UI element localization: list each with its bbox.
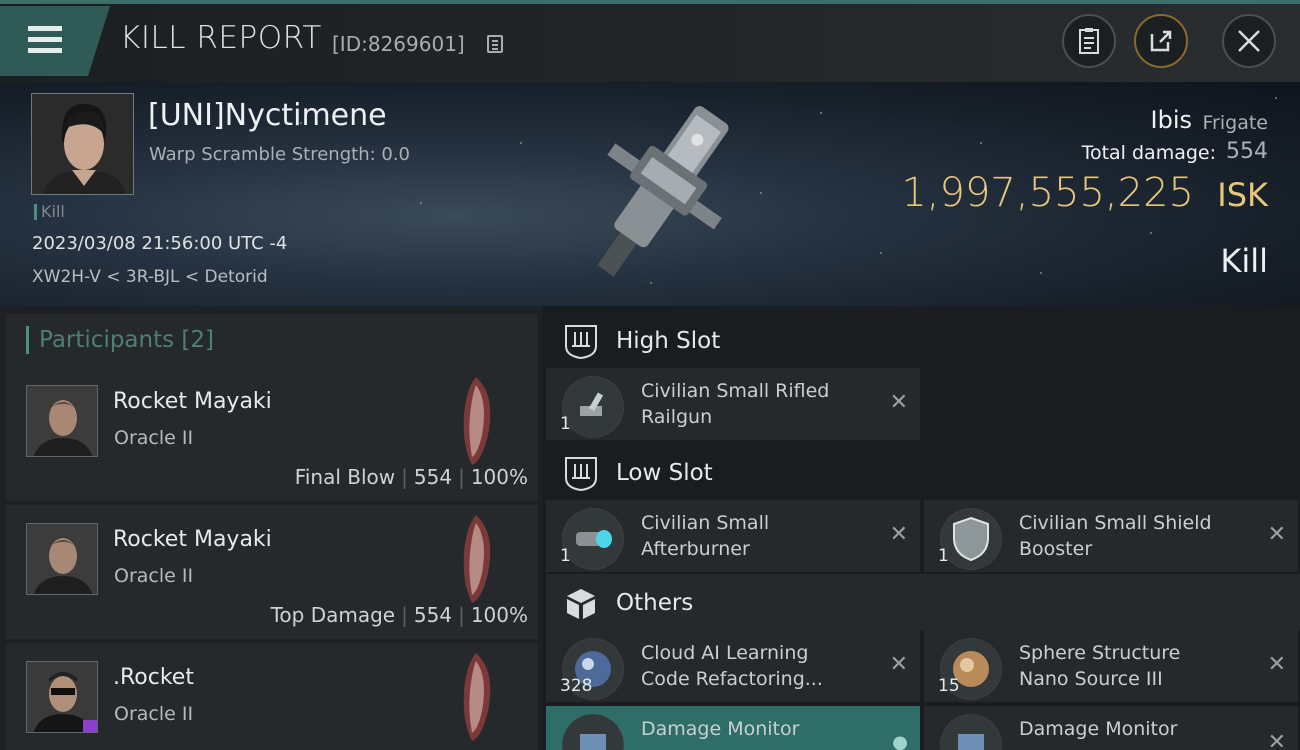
ship-icon (463, 515, 491, 603)
participant-ship: Oracle II (114, 703, 194, 725)
participant-role: Top Damage (270, 603, 396, 627)
title-bar-accent (0, 0, 1300, 4)
close-icon (1238, 30, 1260, 52)
destroyed-x-icon: ✕ (889, 522, 908, 547)
total-damage-label: Total damage: (1081, 142, 1216, 164)
menu-button[interactable] (0, 6, 110, 76)
close-button[interactable] (1222, 14, 1276, 68)
module-name: Civilian Small Afterburner (641, 512, 770, 560)
participant-percent: 100% (470, 465, 528, 489)
participant-portrait[interactable] (26, 523, 98, 595)
destroyed-x-icon: ✕ (1267, 730, 1286, 750)
share-button[interactable] (1134, 14, 1188, 68)
module-quantity: 1 (560, 546, 571, 566)
participant-percent: 100% (470, 603, 528, 627)
kill-result: Kill (1220, 242, 1268, 280)
high-slot-title: High Slot (616, 328, 721, 354)
participants-title: Participants [2] (26, 326, 214, 354)
cube-icon (567, 589, 595, 619)
kill-id: [ID:8269601] (332, 32, 465, 56)
afterburner-icon (562, 508, 624, 570)
others-header: Others (546, 574, 1300, 630)
low-slot-header: Low Slot (546, 444, 1300, 500)
participant-stats: Final Blow | 554 | 100% (294, 465, 528, 489)
hamburger-icon (28, 26, 62, 59)
share-icon (1150, 30, 1172, 52)
victim-portrait[interactable] (31, 93, 134, 195)
ship-icon (463, 377, 491, 465)
warp-scramble-strength: Warp Scramble Strength: 0.0 (149, 144, 411, 165)
victim-panel: [UNI]Nyctimene Warp Scramble Strength: 0… (0, 82, 1300, 306)
participant-card[interactable]: Rocket Mayaki Oracle II Final Blow | 554 | 1… (6, 367, 538, 501)
person-icon: ● (892, 732, 908, 750)
destroyed-x-icon: ✕ (889, 652, 908, 677)
others-title: Others (616, 590, 694, 616)
shield-booster-icon (940, 508, 1002, 570)
pilot-portrait-icon (32, 94, 133, 194)
kill-tag: Kill (34, 204, 65, 220)
isk-unit: ISK (1217, 176, 1268, 214)
participant-role: Final Blow (294, 465, 396, 489)
pilot-portrait-icon (27, 662, 97, 732)
module-quantity: 1 (560, 414, 571, 434)
total-damage-value: 554 (1226, 139, 1268, 164)
module-name: Sphere Structure Nano Source III (1019, 642, 1181, 690)
kill-location[interactable]: XW2H-V < 3R-BJL < Detorid (32, 267, 268, 287)
destroyed-x-icon: ✕ (889, 390, 908, 415)
title-bar: KILL REPORT [ID:8269601] (0, 0, 1300, 82)
participant-portrait[interactable] (26, 385, 98, 457)
low-slot-icon (565, 457, 597, 492)
clipboard-icon (1079, 28, 1099, 54)
module-name: Damage Monitor (641, 718, 800, 740)
module-item[interactable]: Damage Monitor ✕ (924, 706, 1298, 750)
participant-name[interactable]: Rocket Mayaki (113, 527, 272, 552)
module-item[interactable]: 1 Civilian Small Shield Booster ✕ (924, 500, 1298, 572)
railgun-icon (562, 376, 624, 438)
damage-monitor-icon (562, 714, 624, 750)
pilot-portrait-icon (27, 386, 97, 456)
module-quantity: 328 (560, 676, 593, 696)
participant-damage: 554 (413, 603, 453, 627)
module-quantity: 15 (938, 676, 960, 696)
module-name: Cloud AI Learning Code Refactoring... (641, 642, 823, 690)
participant-name[interactable]: Rocket Mayaki (113, 389, 272, 414)
participant-name[interactable]: .Rocket (113, 665, 194, 690)
participant-ship: Oracle II (114, 427, 194, 449)
participants-panel: Participants [2] Rocket Mayaki Oracle II… (0, 306, 542, 750)
ship-icon (463, 653, 491, 741)
participants-header: Participants [2] (6, 314, 538, 368)
module-name: Damage Monitor (1019, 718, 1178, 740)
isk-value: 1,997,555,225 (901, 170, 1194, 216)
ship-name[interactable]: Ibis (1151, 106, 1192, 134)
fitting-panel: High Slot 1 Civilian Small Rifled Railgun… (542, 306, 1300, 750)
participant-card[interactable]: .Rocket Oracle II (6, 643, 538, 750)
module-quantity: 1 (938, 546, 949, 566)
clipboard-button[interactable] (1062, 14, 1116, 68)
module-item[interactable]: 1 Civilian Small Rifled Railgun ✕ (546, 368, 920, 440)
destroyed-x-icon: ✕ (1267, 522, 1286, 547)
low-slot-title: Low Slot (616, 460, 713, 486)
module-name: Civilian Small Shield Booster (1019, 512, 1212, 560)
high-slot-header: High Slot (546, 312, 1300, 368)
module-item[interactable]: Damage Monitor ● (546, 706, 920, 750)
ship-render-image (597, 106, 729, 277)
participant-damage: 554 (413, 465, 453, 489)
victim-name[interactable]: [UNI]Nyctimene (148, 98, 387, 133)
module-item[interactable]: 1 Civilian Small Afterburner ✕ (546, 500, 920, 572)
damage-monitor-icon (940, 714, 1002, 750)
module-item[interactable]: 328 Cloud AI Learning Code Refactoring...… (546, 630, 920, 702)
participant-card[interactable]: Rocket Mayaki Oracle II Top Damage | 554 | 1… (6, 505, 538, 639)
page-title: KILL REPORT (120, 20, 322, 56)
kill-timestamp: 2023/03/08 21:56:00 UTC -4 (32, 233, 288, 254)
participant-portrait[interactable] (26, 661, 98, 733)
destroyed-x-icon: ✕ (1267, 652, 1286, 677)
high-slot-icon (565, 325, 597, 360)
participant-ship: Oracle II (114, 565, 194, 587)
module-name: Civilian Small Rifled Railgun (641, 380, 830, 428)
ship-class: Frigate (1202, 112, 1268, 134)
module-item[interactable]: 15 Sphere Structure Nano Source III ✕ (924, 630, 1298, 702)
pilot-portrait-icon (27, 524, 97, 594)
copy-id-icon[interactable] (487, 35, 503, 53)
participant-stats: Top Damage | 554 | 100% (270, 603, 528, 627)
